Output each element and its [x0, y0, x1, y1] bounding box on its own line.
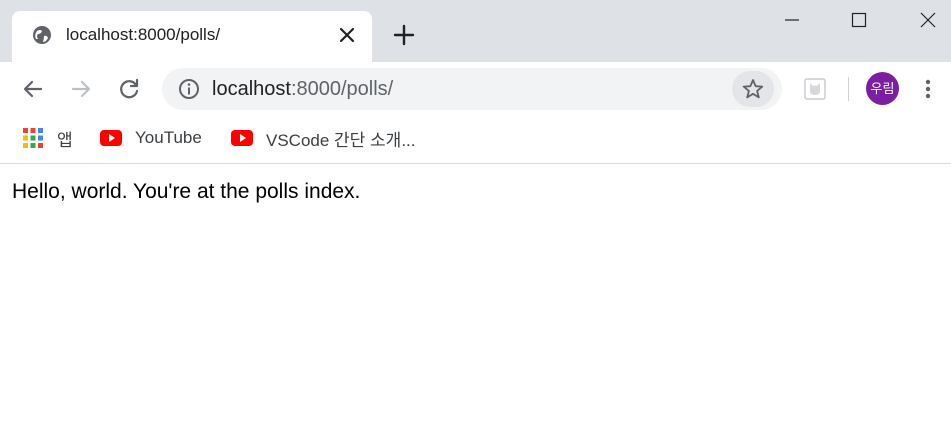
- url-text[interactable]: localhost:8000/polls/: [212, 78, 393, 101]
- browser-tab[interactable]: localhost:8000/polls/: [12, 11, 372, 62]
- toolbar-divider: [848, 77, 849, 101]
- globe-icon: [33, 26, 51, 44]
- reload-icon[interactable]: [116, 76, 142, 102]
- apps-grid-icon: [23, 128, 43, 148]
- bookmark-star-button[interactable]: [732, 71, 774, 107]
- window-close-icon[interactable]: [918, 10, 938, 30]
- bookmark-youtube-label: YouTube: [135, 128, 202, 147]
- address-bar[interactable]: localhost:8000/polls/: [162, 68, 782, 110]
- bookmark-apps[interactable]: 앱: [22, 125, 73, 151]
- new-tab-plus-icon[interactable]: [393, 24, 415, 46]
- url-path: :8000/polls/: [290, 78, 394, 100]
- info-icon[interactable]: [178, 78, 200, 100]
- bookmark-apps-label: 앱: [57, 130, 73, 150]
- minimize-icon[interactable]: [782, 10, 802, 30]
- bookmark-vscode-label: VSCode 간단 소개...: [266, 130, 416, 150]
- page-body-text: Hello, world. You're at the polls index.: [12, 180, 361, 203]
- bookmark-youtube[interactable]: YouTube: [100, 125, 202, 151]
- youtube-icon: [100, 130, 122, 146]
- bookmark-vscode[interactable]: VSCode 간단 소개...: [231, 125, 416, 151]
- close-tab-icon[interactable]: [338, 26, 356, 44]
- tab-title: localhost:8000/polls/: [66, 25, 221, 44]
- youtube-icon: [231, 130, 253, 146]
- bookmarks-bar: 앱 YouTube VSCode 간단 소개...: [0, 116, 951, 164]
- forward-arrow-icon[interactable]: [68, 76, 94, 102]
- extension-icon[interactable]: [803, 77, 827, 101]
- more-vertical-icon[interactable]: [918, 77, 938, 101]
- tab-strip: localhost:8000/polls/: [0, 0, 951, 62]
- profile-avatar[interactable]: 우림: [866, 72, 899, 105]
- maximize-icon[interactable]: [849, 10, 869, 30]
- star-icon: [742, 79, 764, 99]
- back-arrow-icon[interactable]: [20, 76, 46, 102]
- url-host: localhost: [212, 78, 291, 100]
- browser-toolbar: localhost:8000/polls/ 우림: [0, 62, 951, 116]
